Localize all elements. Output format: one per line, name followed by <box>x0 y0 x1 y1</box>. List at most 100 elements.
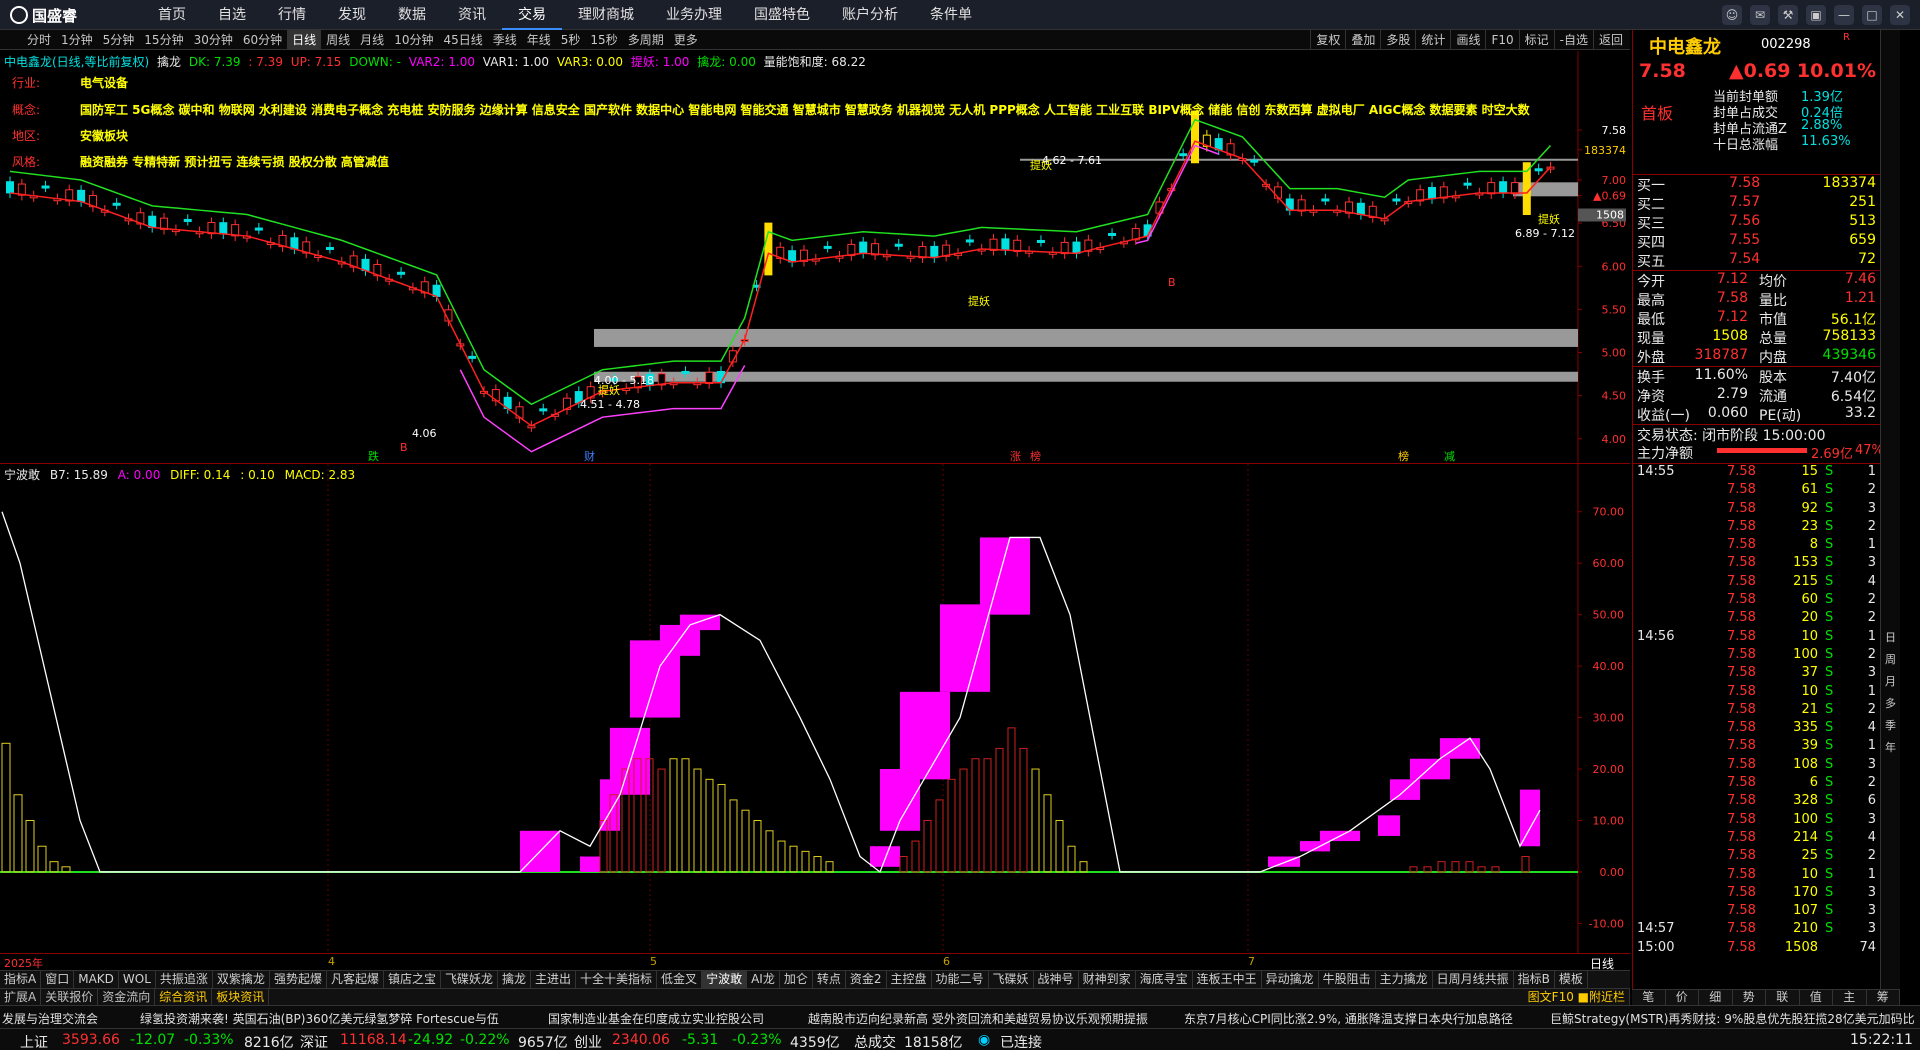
indicator-tab[interactable]: 十全十美指标 <box>576 971 658 988</box>
tick-row[interactable]: 14:57 7.58 210 S 3 <box>1633 921 1880 939</box>
period-tab[interactable]: 15秒 <box>585 30 622 50</box>
extension-tab[interactable]: 资金流向 <box>98 989 156 1005</box>
tick-tab[interactable]: 价 <box>1666 990 1699 1005</box>
indicator-tab[interactable]: 双紫擒龙 <box>213 971 270 988</box>
indicator-tab[interactable]: 异动擒龙 <box>1262 971 1319 988</box>
indicator-tab[interactable]: 镇店之宝 <box>384 971 441 988</box>
tick-row[interactable]: 15:00 7.58 1508 74 <box>1633 940 1880 958</box>
close-icon[interactable]: ✕ <box>1890 5 1910 25</box>
indicator-tab[interactable]: MAKD <box>74 971 119 988</box>
side-tab[interactable]: 周 <box>1881 652 1900 674</box>
tick-tab[interactable]: 笔 <box>1632 990 1666 1005</box>
indicator-tab[interactable]: 资金2 <box>846 971 887 988</box>
tick-tab[interactable]: 筹 <box>1867 990 1900 1005</box>
extension-tab[interactable]: 综合资讯 <box>155 989 213 1005</box>
chart-tool-button[interactable]: -自选 <box>1553 30 1593 50</box>
indicator-tab[interactable]: 指标B <box>1514 971 1555 988</box>
side-tab[interactable]: 季 <box>1881 718 1900 740</box>
tick-row[interactable]: 7.58 39 S 1 <box>1633 738 1880 756</box>
period-tab[interactable]: 年线 <box>522 30 556 50</box>
period-tab[interactable]: 5分钟 <box>98 30 140 50</box>
chart-tool-button[interactable]: 多股 <box>1380 30 1415 50</box>
news-item[interactable]: 发展与治理交流会 <box>2 1010 98 1027</box>
tick-tab[interactable]: 主 <box>1833 990 1867 1005</box>
period-tab[interactable]: 季线 <box>488 30 522 50</box>
tick-row[interactable]: 7.58 335 S 4 <box>1633 720 1880 738</box>
indicator-tab[interactable]: 海底寻宝 <box>1136 971 1193 988</box>
tick-row[interactable]: 7.58 107 S 3 <box>1633 903 1880 921</box>
news-item[interactable]: 绿氢投资潮来袭! 英国石油(BP)360亿美元绿氢梦碎 Fortescue与伍 <box>140 1010 499 1027</box>
indicator-tab[interactable]: 共振追涨 <box>156 971 213 988</box>
news-item[interactable]: 越南股市迈向纪录新高 受外资回流和美越贸易协议乐观预期提振 <box>808 1010 1148 1027</box>
tick-row[interactable]: 14:55 7.58 15 S 1 <box>1633 464 1880 482</box>
news-ticker[interactable]: 发展与治理交流会 绿氢投资潮来袭! 英国石油(BP)360亿美元绿氢梦碎 Fort… <box>0 1005 1920 1028</box>
indicator-tab[interactable]: 主力擒龙 <box>1376 971 1433 988</box>
tick-row[interactable]: 7.58 328 S 6 <box>1633 793 1880 811</box>
tick-row[interactable]: 7.58 21 S 2 <box>1633 702 1880 720</box>
skin-icon[interactable]: ▣ <box>1806 5 1826 25</box>
extension-tab[interactable]: 板块资讯 <box>212 989 270 1005</box>
period-tab[interactable]: 日线 <box>287 30 322 50</box>
indicator-tab[interactable]: 日周月线共振 <box>1433 971 1514 988</box>
menu-item[interactable]: 自选 <box>202 0 262 30</box>
chart-tool-button[interactable]: 复权 <box>1310 30 1345 50</box>
period-tab[interactable]: 45日线 <box>438 30 487 50</box>
menu-item[interactable]: 条件单 <box>914 0 988 30</box>
indicator-chart[interactable]: 70.00 60.00 50.00 40.00 30.00 20.00 10.00 0.00 -… <box>0 464 1630 954</box>
tick-row[interactable]: 7.58 100 S 2 <box>1633 647 1880 665</box>
extension-tab[interactable]: 扩展A <box>0 989 42 1005</box>
tick-row[interactable]: 7.58 108 S 3 <box>1633 757 1880 775</box>
indicator-tab[interactable]: 连板王中王 <box>1193 971 1262 988</box>
indicator-tab[interactable]: 凡客起爆 <box>327 971 384 988</box>
tick-row[interactable]: 7.58 10 S 1 <box>1633 867 1880 885</box>
tick-tab[interactable]: 值 <box>1800 990 1833 1005</box>
indicator-tab[interactable]: 主进出 <box>531 971 577 988</box>
tick-row[interactable]: 7.58 153 S 3 <box>1633 555 1880 573</box>
tick-row[interactable]: 7.58 10 S 1 <box>1633 684 1880 702</box>
tick-tab[interactable]: 细 <box>1699 990 1733 1005</box>
menu-item[interactable]: 国盛特色 <box>738 0 826 30</box>
indicator-tab[interactable]: 指标A <box>0 971 42 988</box>
chart-tool-button[interactable]: 标记 <box>1518 30 1554 50</box>
side-tab[interactable]: 日 <box>1881 630 1900 652</box>
chart-tool-button[interactable]: 返回 <box>1592 30 1628 50</box>
tools-icon[interactable]: ⚒ <box>1778 5 1798 25</box>
menu-item[interactable]: 交易 <box>502 0 562 30</box>
indicator-tab[interactable]: 窗口 <box>41 971 75 988</box>
message-icon[interactable]: ☺ <box>1722 5 1742 25</box>
chart-tool-button[interactable]: 叠加 <box>1345 30 1380 50</box>
tick-row[interactable]: 7.58 214 S 4 <box>1633 830 1880 848</box>
indicator-tab[interactable]: 宁波敢 <box>702 971 748 988</box>
period-tab[interactable]: 60分钟 <box>238 30 287 50</box>
tick-tab[interactable]: 势 <box>1733 990 1766 1005</box>
tick-row[interactable]: 7.58 20 S 2 <box>1633 610 1880 628</box>
chart-tool-button[interactable]: 统计 <box>1415 30 1450 50</box>
news-item[interactable]: 巨鲸Strategy(MSTR)再秀财技: 9%股息优先股狂揽28亿美元加码比 <box>1550 1010 1915 1027</box>
indicator-tab[interactable]: 强势起爆 <box>270 971 327 988</box>
mail-icon[interactable]: ✉ <box>1750 5 1770 25</box>
side-tab[interactable]: 多 <box>1881 696 1900 718</box>
indicator-tab[interactable]: 功能二号 <box>932 971 989 988</box>
tick-row[interactable]: 7.58 23 S 2 <box>1633 519 1880 537</box>
period-tab[interactable]: 15分钟 <box>139 30 188 50</box>
indicator-tab[interactable]: 飞碟妖龙 <box>441 971 498 988</box>
menu-item[interactable]: 行情 <box>262 0 322 30</box>
indicator-canvas[interactable]: 70.00 60.00 50.00 40.00 30.00 20.00 10.00 0.00 -… <box>0 464 1630 954</box>
tick-tab[interactable]: 联 <box>1766 990 1800 1005</box>
chart-tool-button[interactable]: F10 <box>1485 30 1518 50</box>
period-tab[interactable]: 30分钟 <box>189 30 238 50</box>
kline-chart[interactable]: 7.581833747.00▲0.6910.01%6.506.005.505.0… <box>0 51 1630 464</box>
period-tab[interactable]: 10分钟 <box>389 30 438 50</box>
period-tab[interactable]: 5秒 <box>556 30 586 50</box>
tick-row[interactable]: 7.58 8 S 1 <box>1633 537 1880 555</box>
tick-row[interactable]: 7.58 100 S 3 <box>1633 812 1880 830</box>
indicator-tab[interactable]: 主控盘 <box>887 971 932 988</box>
menu-item[interactable]: 理财商城 <box>562 0 650 30</box>
menu-item[interactable]: 首页 <box>142 0 202 30</box>
tick-row[interactable]: 7.58 6 S 2 <box>1633 775 1880 793</box>
tick-row[interactable]: 7.58 61 S 2 <box>1633 482 1880 500</box>
period-tab[interactable]: 1分钟 <box>56 30 98 50</box>
tick-row[interactable]: 7.58 170 S 3 <box>1633 885 1880 903</box>
tick-row[interactable]: 7.58 92 S 3 <box>1633 501 1880 519</box>
indicator-tab[interactable]: 财神到家 <box>1079 971 1136 988</box>
